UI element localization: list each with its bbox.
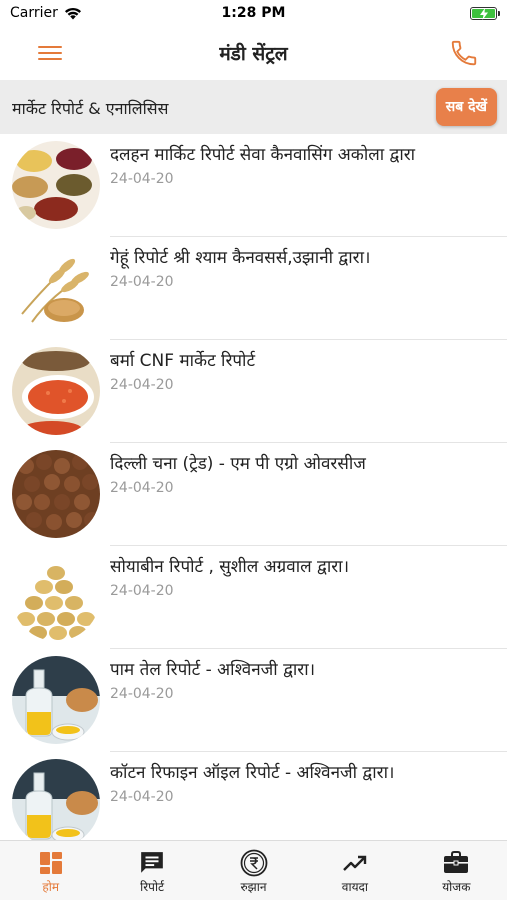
tab-home[interactable]: होम xyxy=(0,841,101,900)
oil-bottle-image xyxy=(12,759,100,840)
tab-label: वायदा xyxy=(341,880,369,894)
report-date: 24-04-20 xyxy=(110,686,174,702)
oil-bottle-image xyxy=(12,656,100,744)
nav-bar: मंडी सेंट्रल xyxy=(0,28,507,78)
home-grid-icon xyxy=(39,852,62,874)
tab-report[interactable]: रिपोर्ट xyxy=(101,841,202,900)
tab-label: रुझान xyxy=(240,880,267,894)
chickpeas-image xyxy=(12,450,100,538)
see-all-button[interactable]: सब देखें xyxy=(435,88,497,126)
report-list-item[interactable]: गेहूं रिपोर्ट श्री श्याम कैनवसर्स,उझानी … xyxy=(0,237,507,340)
tab-futures[interactable]: वायदा xyxy=(304,841,405,900)
report-title: पाम तेल रिपोर्ट - अश्विनजी द्वारा। xyxy=(110,660,316,680)
call-button[interactable] xyxy=(449,38,479,68)
report-list-item[interactable]: दिल्ली चना (ट्रेड) - एम पी एग्रो ओवरसीज … xyxy=(0,443,507,546)
pulses-bowls-image xyxy=(12,141,100,229)
report-date: 24-04-20 xyxy=(110,583,174,599)
report-list-item[interactable]: दलहन मार्किट रिपोर्ट सेवा कैनवासिंग अकोल… xyxy=(0,134,507,237)
rupee-coin-icon xyxy=(240,849,267,877)
report-list-item[interactable]: पाम तेल रिपोर्ट - अश्विनजी द्वारा। 24-04… xyxy=(0,649,507,752)
tab-trends[interactable]: रुझान xyxy=(203,841,304,900)
phone-icon xyxy=(451,40,477,66)
briefcase-icon xyxy=(444,851,469,873)
report-title: कॉटन रिफाइन ऑइल रिपोर्ट - अश्विनजी द्वार… xyxy=(110,763,395,783)
report-list-item[interactable]: सोयाबीन रिपोर्ट , सुशील अग्रवाल द्वारा। … xyxy=(0,546,507,649)
page-title: मंडी सेंट्रल xyxy=(219,43,288,65)
report-date: 24-04-20 xyxy=(110,274,174,290)
wheat-image xyxy=(12,244,100,332)
tab-label: होम xyxy=(42,880,60,894)
trend-up-icon xyxy=(343,855,367,871)
status-bar: Carrier 1:28 PM xyxy=(0,0,507,28)
tab-schemes[interactable]: योजक xyxy=(406,841,507,900)
tab-label: रिपोर्ट xyxy=(140,880,165,894)
report-date: 24-04-20 xyxy=(110,480,174,496)
report-date: 24-04-20 xyxy=(110,789,174,805)
report-title: दलहन मार्किट रिपोर्ट सेवा कैनवासिंग अकोल… xyxy=(110,145,416,165)
status-time: 1:28 PM xyxy=(221,5,286,21)
section-title: मार्केट रिपोर्ट & एनालिसिस xyxy=(12,99,169,118)
report-date: 24-04-20 xyxy=(110,171,174,187)
report-title: बर्मा CNF मार्केट रिपोर्ट xyxy=(110,351,256,371)
soybean-image xyxy=(12,553,100,641)
battery-icon xyxy=(470,7,500,20)
report-title: सोयाबीन रिपोर्ट , सुशील अग्रवाल द्वारा। xyxy=(110,557,350,577)
tab-label: योजक xyxy=(442,880,471,894)
report-title: गेहूं रिपोर्ट श्री श्याम कैनवसर्स,उझानी … xyxy=(110,248,371,268)
report-list-item[interactable]: कॉटन रिफाइन ऑइल रिपोर्ट - अश्विनजी द्वार… xyxy=(0,752,507,840)
red-lentils-image xyxy=(12,347,100,435)
bottom-tab-bar: होम रिपोर्ट रुझान वायदा योजक xyxy=(0,840,507,900)
report-list-item[interactable]: बर्मा CNF मार्केट रिपोर्ट 24-04-20 xyxy=(0,340,507,443)
report-chat-icon xyxy=(141,852,163,873)
section-header: मार्केट रिपोर्ट & एनालिसिस सब देखें xyxy=(0,80,507,134)
report-list: दलहन मार्किट रिपोर्ट सेवा कैनवासिंग अकोल… xyxy=(0,134,507,840)
report-title: दिल्ली चना (ट्रेड) - एम पी एग्रो ओवरसीज xyxy=(110,454,366,474)
report-date: 24-04-20 xyxy=(110,377,174,393)
